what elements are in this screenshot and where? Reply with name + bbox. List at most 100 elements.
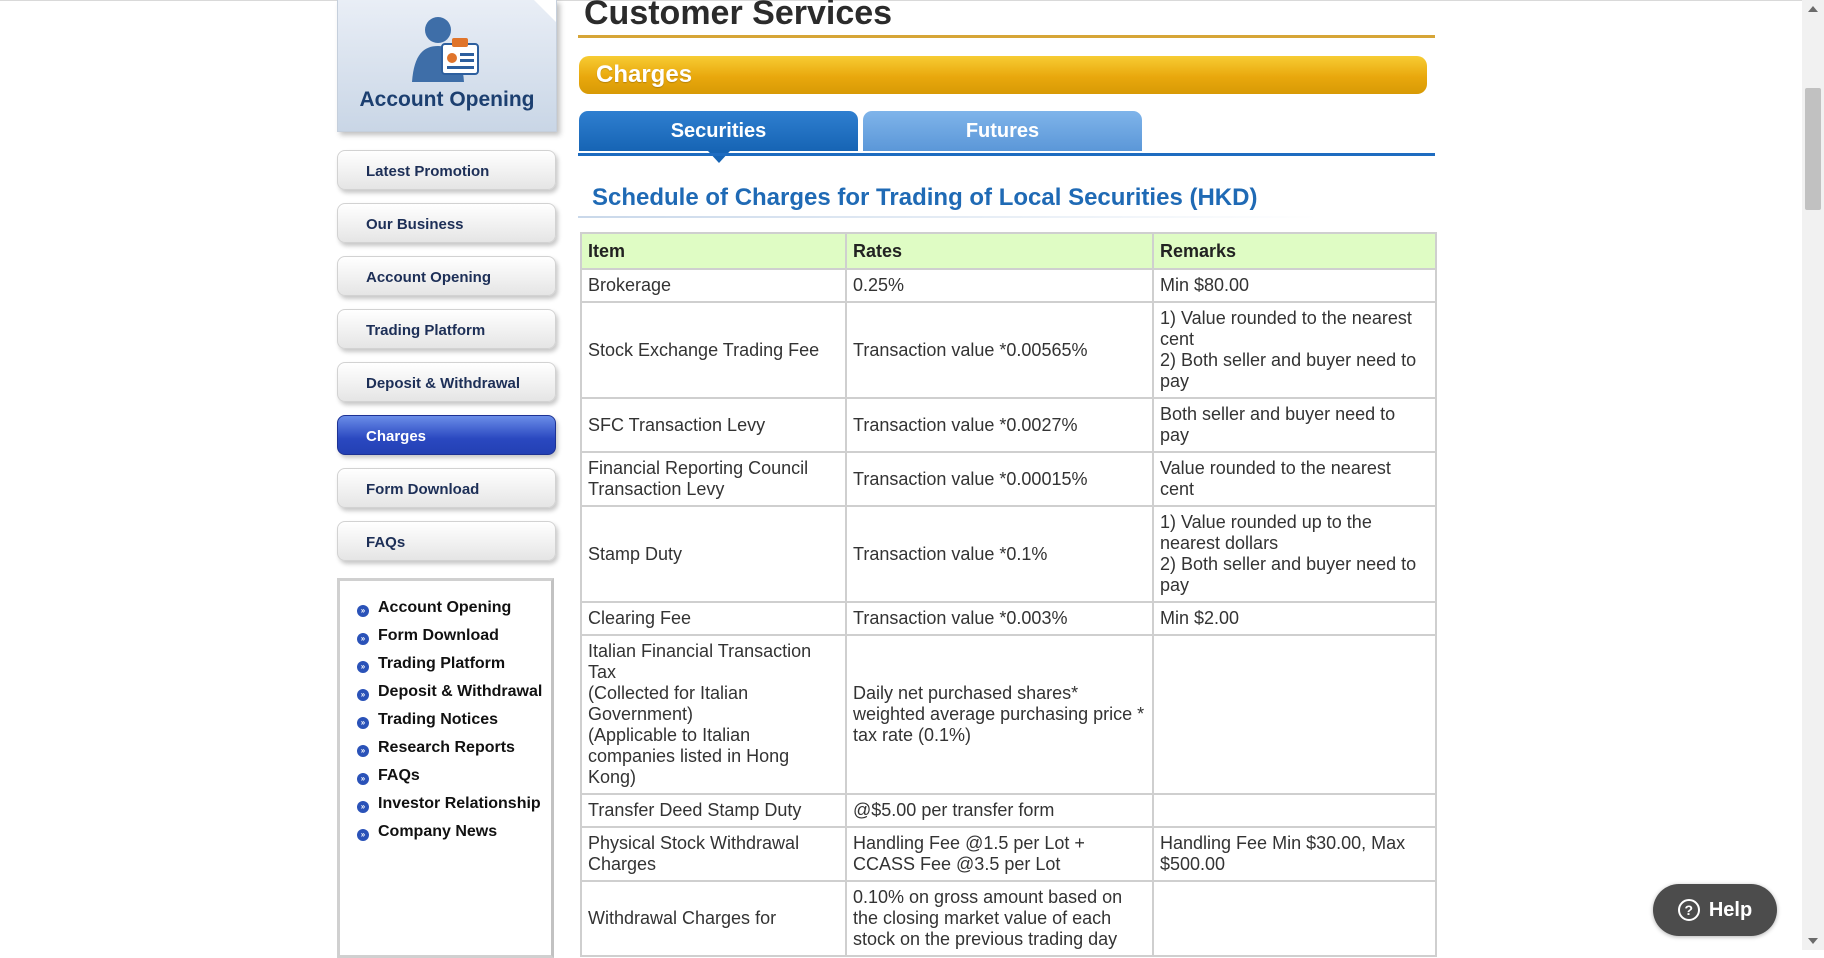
table-row: Brokerage 0.25% Min $80.00 bbox=[580, 268, 1437, 303]
item-text: Clearing Fee bbox=[588, 608, 692, 628]
remarks-text: Min $80.00 bbox=[1160, 275, 1250, 295]
account-opening-banner[interactable]: Account Opening bbox=[337, 0, 557, 132]
tab-futures[interactable]: Futures bbox=[863, 111, 1142, 151]
cell-item: Stamp Duty bbox=[580, 505, 847, 603]
quick-link-label: Trading Notices bbox=[378, 711, 499, 728]
cell-rates: Transaction value *0.0027% bbox=[845, 397, 1154, 453]
rates-text: 0.10% on gross amount based on the closi… bbox=[853, 887, 1123, 949]
quick-link-faqs[interactable]: » FAQs bbox=[357, 762, 551, 790]
bullet-arrow-icon: » bbox=[357, 688, 369, 701]
remarks-text: Value rounded to the nearest cent bbox=[1160, 458, 1391, 499]
cell-rates: Transaction value *0.00015% bbox=[845, 451, 1154, 507]
item-text: Financial Reporting Council Transaction … bbox=[588, 458, 809, 499]
nav-charges[interactable]: Charges bbox=[337, 415, 556, 455]
item-text: Stamp Duty bbox=[588, 543, 683, 564]
tab-underline bbox=[578, 153, 1435, 156]
bullet-arrow-icon: » bbox=[357, 828, 369, 841]
cell-rates: Transaction value *0.003% bbox=[845, 601, 1154, 636]
bullet-arrow-icon: » bbox=[357, 744, 369, 757]
cell-remarks: 1) Value rounded to the nearest cent 2) B… bbox=[1152, 301, 1437, 399]
rates-text: Daily net purchased shares* weighted ave… bbox=[853, 683, 1145, 745]
tab-securities[interactable]: Securities bbox=[579, 111, 858, 151]
remarks-text: Min $2.00 bbox=[1160, 608, 1240, 628]
cell-rates: Transaction value *0.1% bbox=[845, 505, 1154, 603]
column-header-rates: Rates bbox=[845, 232, 1154, 270]
scroll-up-arrow-icon[interactable] bbox=[1808, 6, 1818, 12]
user-id-card-icon bbox=[412, 17, 479, 82]
rates-text: Transaction value *0.00565% bbox=[853, 339, 1088, 360]
item-text: Transfer Deed Stamp Duty bbox=[588, 800, 802, 820]
bullet-arrow-icon: » bbox=[357, 604, 369, 617]
cell-remarks bbox=[1152, 880, 1437, 957]
nav-our-business[interactable]: Our Business bbox=[337, 203, 556, 243]
table-header-row: Item Rates Remarks bbox=[580, 232, 1437, 270]
quick-link-account-opening[interactable]: » Account Opening bbox=[357, 594, 551, 622]
bullet-arrow-icon: » bbox=[357, 632, 369, 645]
page-fold-corner bbox=[534, 0, 556, 22]
quick-link-trading-platform[interactable]: » Trading Platform bbox=[357, 650, 551, 678]
table-row: Stamp Duty Transaction value *0.1% 1) Valu… bbox=[580, 505, 1437, 603]
remarks-text: 1) Value rounded up to the nearest dolla… bbox=[1160, 512, 1372, 553]
cell-rates: 0.25% bbox=[845, 268, 1154, 303]
rates-text: 0.25% bbox=[853, 275, 905, 295]
cell-rates: 0.10% on gross amount based on the closi… bbox=[845, 880, 1154, 957]
remarks-text: 2) Both seller and buyer need to pay bbox=[1160, 554, 1417, 595]
quick-link-research-reports[interactable]: » Research Reports bbox=[357, 734, 551, 762]
cell-rates: Handling Fee @1.5 per Lot + CCASS Fee @3… bbox=[845, 826, 1154, 882]
quick-link-investor-relationship[interactable]: » Investor Relationship bbox=[357, 790, 551, 818]
scroll-thumb[interactable] bbox=[1805, 88, 1821, 210]
quick-link-form-download[interactable]: » Form Download bbox=[357, 622, 551, 650]
quick-link-label: FAQs bbox=[378, 767, 420, 784]
quick-link-label: Investor Relationship bbox=[378, 795, 541, 812]
rates-text: Transaction value *0.1% bbox=[853, 543, 1048, 564]
rates-text: Transaction value *0.00015% bbox=[853, 468, 1088, 489]
rates-text: Handling Fee @1.5 per Lot + CCASS Fee @3… bbox=[853, 833, 1085, 874]
nav-account-opening[interactable]: Account Opening bbox=[337, 256, 556, 296]
table-row: Clearing Fee Transaction value *0.003% Min… bbox=[580, 601, 1437, 636]
top-border bbox=[0, 0, 1804, 1]
cell-item: Italian Financial Transaction Tax (Collec… bbox=[580, 634, 847, 795]
nav-deposit-withdrawal[interactable]: Deposit & Withdrawal bbox=[337, 362, 556, 402]
charges-table: Item Rates Remarks Brokerage 0.25% Min $80… bbox=[580, 232, 1437, 957]
remarks-text: Handling Fee Min $30.00, Max $500.00 bbox=[1160, 833, 1406, 874]
cell-rates: Transaction value *0.00565% bbox=[845, 301, 1154, 399]
cell-rates: Daily net purchased shares* weighted ave… bbox=[845, 634, 1154, 795]
cell-remarks bbox=[1152, 634, 1437, 795]
table-row: Physical Stock Withdrawal Charges Handlin… bbox=[580, 826, 1437, 882]
quick-link-company-news[interactable]: » Company News bbox=[357, 818, 551, 846]
help-button[interactable]: ? Help bbox=[1653, 884, 1777, 936]
table-row: Stock Exchange Trading Fee Transaction va… bbox=[580, 301, 1437, 399]
bullet-arrow-icon: » bbox=[357, 772, 369, 785]
scroll-down-arrow-icon[interactable] bbox=[1808, 938, 1818, 944]
section-header: Charges bbox=[579, 56, 1427, 94]
help-label: Help bbox=[1708, 898, 1753, 921]
remarks-text: Both seller and buyer need to pay bbox=[1160, 404, 1396, 445]
cell-remarks: Both seller and buyer need to pay bbox=[1152, 397, 1437, 453]
remarks-text: 1) Value rounded to the nearest cent bbox=[1160, 308, 1412, 349]
bullet-arrow-icon: » bbox=[357, 660, 369, 673]
quick-links-panel: » Account Opening » Form Download » Trading… bbox=[337, 578, 554, 958]
nav-latest-promotion[interactable]: Latest Promotion bbox=[337, 150, 556, 190]
cell-item: Financial Reporting Council Transaction … bbox=[580, 451, 847, 507]
nav-trading-platform[interactable]: Trading Platform bbox=[337, 309, 556, 349]
quick-link-trading-notices[interactable]: » Trading Notices bbox=[357, 706, 551, 734]
rates-text: @$5.00 per transfer form bbox=[853, 800, 1055, 820]
cell-item: Withdrawal Charges for bbox=[580, 880, 847, 957]
cell-item: SFC Transaction Levy bbox=[580, 397, 847, 453]
cell-remarks: Min $2.00 bbox=[1152, 601, 1437, 636]
vertical-scrollbar[interactable] bbox=[1802, 0, 1824, 950]
nav-faqs[interactable]: FAQs bbox=[337, 521, 556, 561]
bullet-arrow-icon: » bbox=[357, 800, 369, 813]
quick-link-label: Research Reports bbox=[378, 739, 515, 756]
quick-link-deposit-withdrawal[interactable]: » Deposit & Withdrawal bbox=[357, 678, 551, 706]
cell-item: Stock Exchange Trading Fee bbox=[580, 301, 847, 399]
item-text: Physical Stock Withdrawal Charges bbox=[588, 833, 800, 874]
cell-remarks: Value rounded to the nearest cent bbox=[1152, 451, 1437, 507]
column-header-remarks: Remarks bbox=[1152, 232, 1437, 270]
quick-link-label: Deposit & Withdrawal bbox=[378, 683, 543, 700]
cell-remarks: Handling Fee Min $30.00, Max $500.00 bbox=[1152, 826, 1437, 882]
question-icon: ? bbox=[1677, 899, 1700, 921]
nav-form-download[interactable]: Form Download bbox=[337, 468, 556, 508]
item-text: Stock Exchange Trading Fee bbox=[588, 339, 820, 360]
page-title: Customer Services bbox=[584, 0, 893, 32]
